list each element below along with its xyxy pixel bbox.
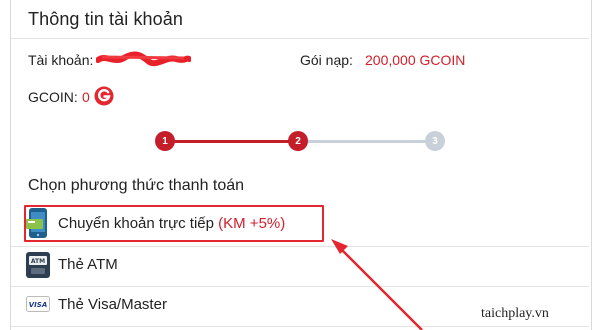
highlight-box: [24, 205, 324, 242]
title-divider: [11, 38, 589, 39]
step-3: 3: [425, 131, 445, 151]
svg-text:VISA: VISA: [29, 301, 47, 309]
redacted-account-name: [96, 51, 191, 67]
watermark: taichplay.vn: [481, 306, 549, 321]
atm-card-icon: ATM: [26, 252, 50, 278]
package-label: Gói nạp:: [300, 52, 353, 68]
gcoin-label: GCOIN:: [28, 89, 78, 105]
method-label: Thẻ Visa/Master: [58, 296, 167, 313]
payment-section-title: Chọn phương thức thanh toán: [28, 177, 245, 194]
visa-card-icon: VISA: [26, 296, 50, 312]
method-divider: [11, 326, 589, 327]
account-label: Tài khoản:: [28, 52, 94, 68]
step-2: 2: [288, 131, 308, 151]
step-1: 1: [155, 131, 175, 151]
package-value: 200,000 GCOIN: [365, 52, 466, 68]
page-title: Thông tin tài khoản: [28, 9, 184, 29]
step-connector-1: [165, 140, 298, 143]
svg-text:ATM: ATM: [31, 258, 45, 265]
method-label: Thẻ ATM: [58, 256, 118, 273]
gcoin-balance: 0: [82, 89, 90, 105]
payment-method-atm[interactable]: ATM Thẻ ATM: [24, 246, 584, 284]
step-connector-2: [298, 140, 435, 143]
gcoin-icon: [94, 86, 114, 106]
